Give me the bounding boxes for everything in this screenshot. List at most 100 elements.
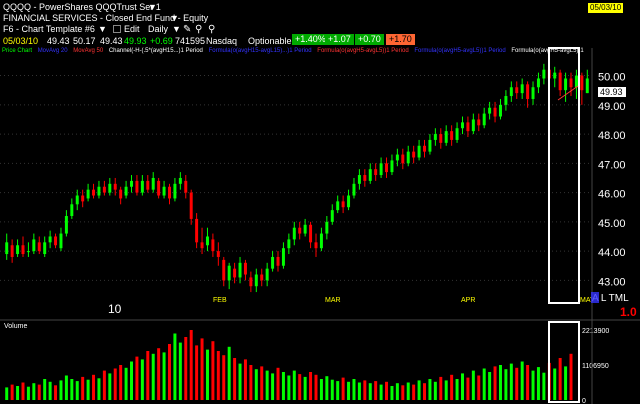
volume-bar (450, 374, 454, 400)
candle-body (292, 227, 296, 240)
volume-bar (16, 386, 20, 400)
candle-body (249, 277, 253, 287)
candle-body (167, 186, 171, 199)
volume-bar (200, 338, 204, 400)
candle-body (341, 201, 345, 208)
volume-bar (395, 383, 399, 400)
volume-panel-label: Volume (4, 323, 27, 330)
volume-bar (173, 333, 177, 400)
volume-bar (314, 374, 318, 400)
price-tick-label: 48.00 (598, 130, 626, 142)
candle-body (16, 245, 20, 255)
candle-body (520, 84, 524, 94)
candle-body (37, 242, 41, 252)
volume-bar (265, 370, 269, 400)
volume-bar (75, 381, 79, 400)
candle-body (428, 139, 432, 152)
volume-bar (189, 330, 193, 400)
volume-bar (21, 382, 25, 400)
volume-bar (504, 369, 508, 400)
volume-bar (64, 375, 68, 400)
candle-body (493, 107, 497, 117)
candle-body (433, 134, 437, 140)
candle-body (325, 221, 329, 234)
candle-body (498, 104, 502, 117)
grid-lines (0, 75, 592, 281)
volume-bar (260, 366, 264, 400)
volume-bar (352, 379, 356, 400)
candle-body (330, 210, 334, 222)
candle-body (417, 145, 421, 158)
candle-body (460, 122, 464, 129)
candle-body (401, 154, 405, 164)
candle-body (157, 180, 161, 196)
volume-bar (162, 352, 166, 400)
volume-bar (347, 381, 351, 400)
volume-bar (374, 381, 378, 400)
volume-bar (433, 381, 437, 400)
atml-a-highlight (591, 292, 599, 303)
candle-body (542, 69, 546, 79)
time-tick-label: FEB (213, 297, 227, 304)
volume-bar (167, 344, 171, 400)
candle-body (309, 224, 313, 243)
price-volume-chart[interactable]: 50.00 49.00 48.00 47.00 46.00 45.00 44.00 43.00… (0, 0, 640, 404)
volume-bar (390, 386, 394, 400)
volume-bar (281, 372, 285, 400)
candle-body (10, 245, 14, 257)
volume-bar (5, 387, 9, 400)
volume-bar (385, 381, 389, 400)
volume-bar (319, 379, 323, 400)
volume-bar (309, 372, 313, 400)
volume-bar (243, 359, 247, 400)
volume-bar (140, 359, 144, 400)
candle-body (363, 175, 367, 181)
candle-body (298, 227, 302, 234)
volume-bar (233, 358, 237, 400)
volume-bar (406, 382, 410, 400)
candle-body (265, 268, 269, 281)
volume-bar (216, 351, 220, 400)
candle-body (195, 218, 199, 243)
candle-body (238, 262, 242, 278)
candle-body (21, 245, 25, 255)
volume-bar (455, 379, 459, 400)
candle-body (130, 180, 134, 187)
volume-tick-label: 1106950 (582, 363, 609, 370)
price-tick-label: 49.00 (598, 101, 626, 113)
volume-bar (466, 377, 470, 400)
volume-bar (102, 370, 106, 400)
candle-body (102, 186, 106, 193)
volume-bar (124, 367, 128, 400)
time-tick-label: 10 (108, 302, 122, 316)
volume-series (5, 330, 573, 400)
volume-bar (330, 379, 334, 400)
candle-body (54, 236, 58, 246)
volume-bar (205, 349, 209, 400)
volume-bar (157, 348, 161, 400)
candle-body (216, 251, 220, 257)
candle-body (276, 256, 280, 266)
price-tick-label: 50.00 (598, 72, 626, 84)
candle-body (466, 122, 470, 132)
volume-bar (439, 376, 443, 400)
volume-bar (536, 367, 540, 400)
candle-body (233, 268, 237, 278)
candle-body (374, 169, 378, 176)
volume-bar (553, 368, 557, 400)
volume-bar (70, 379, 74, 400)
volume-bar (86, 379, 90, 400)
volume-bar (276, 367, 280, 400)
candle-body (444, 131, 448, 143)
volume-bar (336, 381, 340, 400)
candle-body (450, 131, 454, 140)
volume-bar (379, 384, 383, 400)
volume-bar (227, 346, 231, 400)
volume-bar (43, 379, 47, 400)
candle-body (5, 242, 9, 255)
candle-body (205, 236, 209, 246)
candle-body (64, 216, 68, 234)
candle-body (184, 180, 188, 193)
candle-body (70, 204, 74, 216)
candle-body (423, 145, 427, 152)
